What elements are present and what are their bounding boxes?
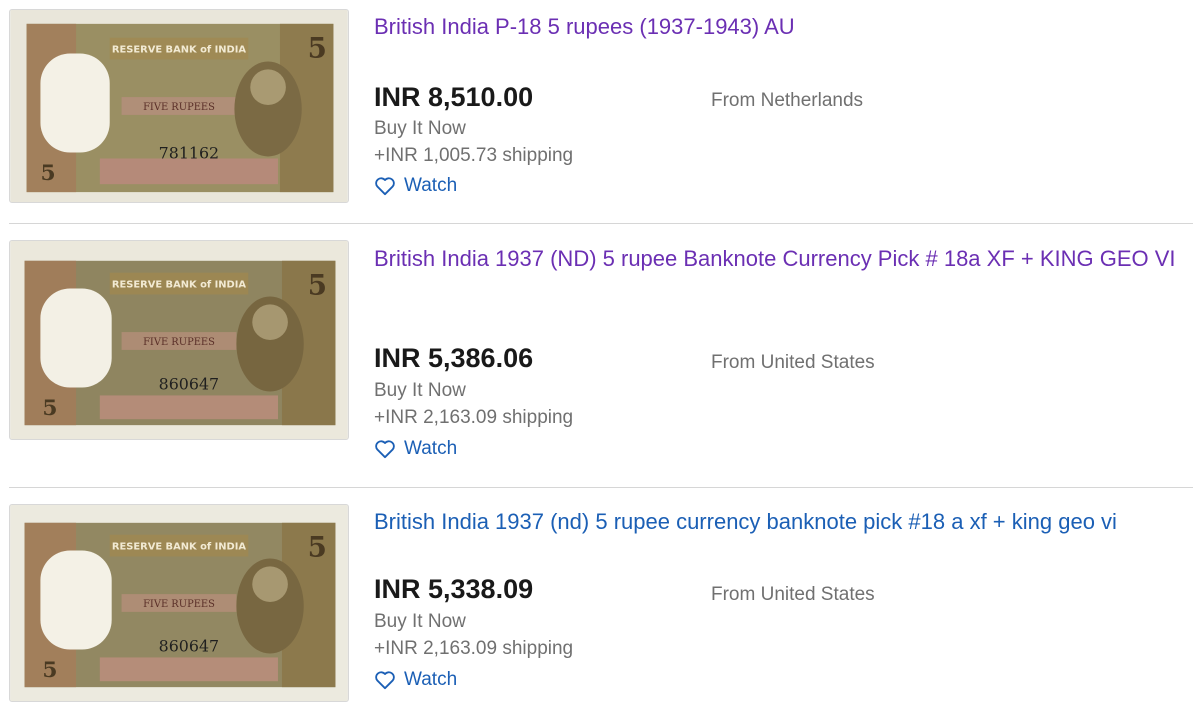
item-location: From United States bbox=[711, 584, 875, 605]
shipping-cost: +INR 2,163.09 shipping bbox=[374, 638, 574, 659]
svg-text:5: 5 bbox=[40, 161, 55, 186]
listing-title-link[interactable]: British India P-18 5 rupees (1937-1943) … bbox=[374, 11, 1189, 42]
shipping-cost: +INR 1,005.73 shipping bbox=[374, 145, 574, 166]
note-value-label: FIVE RUPEES bbox=[143, 337, 215, 348]
svg-text:5: 5 bbox=[42, 396, 57, 421]
listing-thumbnail[interactable]: RESERVE BANK of INDIA FIVE RUPEES 860647… bbox=[9, 240, 349, 440]
listing-price: INR 5,338.09 bbox=[374, 574, 534, 604]
note-serial: 860647 bbox=[159, 637, 219, 656]
listing-title-link[interactable]: British India 1937 (nd) 5 rupee currency… bbox=[374, 506, 1189, 537]
listing-item: RESERVE BANK of INDIA FIVE RUPEES 860647… bbox=[0, 488, 1193, 711]
banknote-image: RESERVE BANK of INDIA FIVE RUPEES 860647… bbox=[10, 505, 348, 701]
item-location: From United States bbox=[711, 352, 875, 373]
banknote-image: RESERVE BANK of INDIA FIVE RUPEES 781162… bbox=[10, 10, 348, 202]
buy-format-label: Buy It Now bbox=[374, 380, 466, 401]
svg-text:5: 5 bbox=[308, 32, 327, 65]
watch-button[interactable]: Watch bbox=[374, 438, 457, 460]
heart-outline-icon bbox=[375, 177, 395, 196]
svg-text:5: 5 bbox=[308, 530, 327, 563]
svg-text:5: 5 bbox=[42, 658, 57, 683]
watch-label: Watch bbox=[404, 175, 458, 196]
listing-thumbnail[interactable]: RESERVE BANK of INDIA FIVE RUPEES 860647… bbox=[9, 504, 349, 702]
listing-title-link[interactable]: British India 1937 (ND) 5 rupee Banknote… bbox=[374, 243, 1189, 274]
banknote-image: RESERVE BANK of INDIA FIVE RUPEES 860647… bbox=[10, 241, 348, 439]
listing-item: RESERVE BANK of INDIA FIVE RUPEES 781162… bbox=[0, 0, 1193, 222]
item-location: From Netherlands bbox=[711, 90, 864, 111]
watch-button[interactable]: Watch bbox=[374, 669, 457, 691]
listing-price: INR 5,386.06 bbox=[374, 343, 534, 373]
buy-format-label: Buy It Now bbox=[374, 118, 466, 139]
watch-button[interactable]: Watch bbox=[374, 175, 457, 197]
listing-item: RESERVE BANK of INDIA FIVE RUPEES 860647… bbox=[0, 224, 1193, 486]
note-serial: 860647 bbox=[159, 375, 219, 394]
shipping-cost: +INR 2,163.09 shipping bbox=[374, 407, 574, 428]
heart-outline-icon bbox=[375, 440, 395, 459]
note-bank-name: RESERVE BANK of INDIA bbox=[112, 45, 246, 56]
note-bank-name: RESERVE BANK of INDIA bbox=[112, 280, 246, 291]
watch-label: Watch bbox=[404, 669, 458, 690]
note-value-label: FIVE RUPEES bbox=[143, 599, 215, 610]
note-bank-name: RESERVE BANK of INDIA bbox=[112, 542, 246, 553]
listing-thumbnail[interactable]: RESERVE BANK of INDIA FIVE RUPEES 781162… bbox=[9, 9, 349, 203]
buy-format-label: Buy It Now bbox=[374, 611, 466, 632]
watch-label: Watch bbox=[404, 438, 458, 459]
svg-text:5: 5 bbox=[308, 268, 327, 301]
heart-outline-icon bbox=[375, 671, 395, 690]
listing-price: INR 8,510.00 bbox=[374, 82, 534, 112]
note-value-label: FIVE RUPEES bbox=[143, 102, 215, 113]
